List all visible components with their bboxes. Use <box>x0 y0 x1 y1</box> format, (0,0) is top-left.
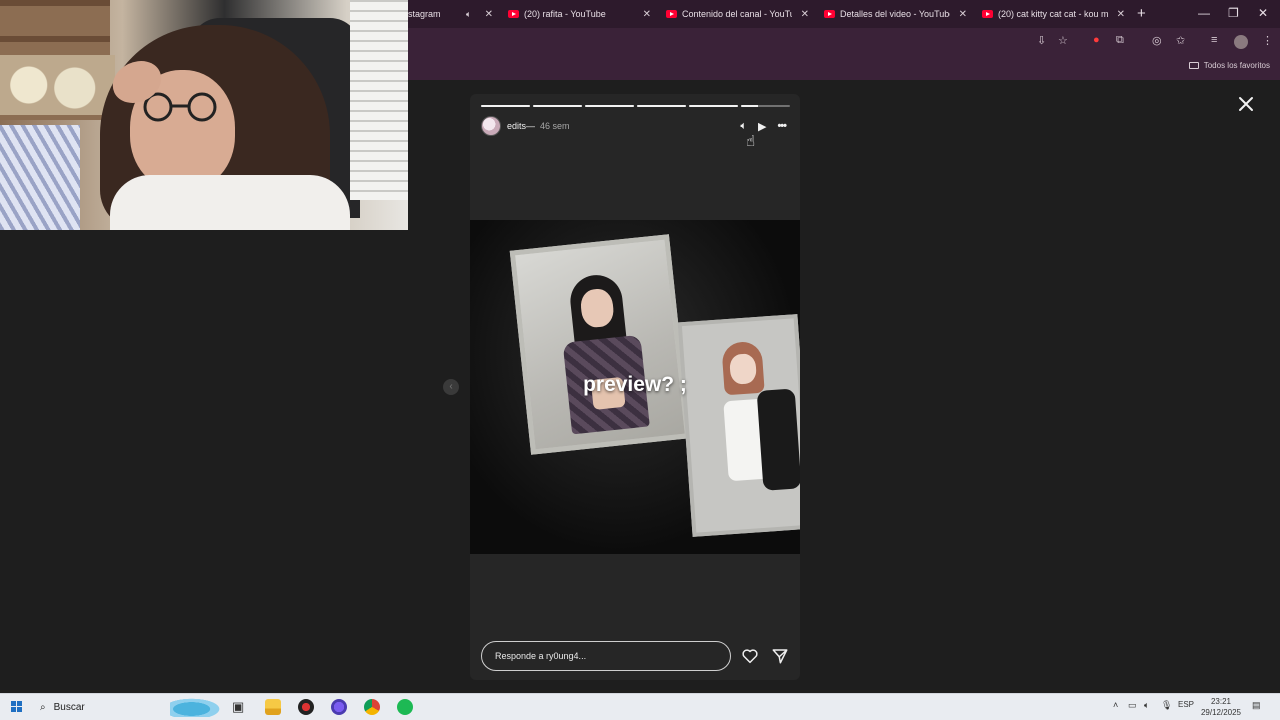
screen: stagram 🔈︎ ✕ (20) rafita - YouTube ✕ Con… <box>0 0 1280 720</box>
tab-youtube-rafita[interactable]: (20) rafita - YouTube ✕ <box>508 0 651 28</box>
tab-label: (20) rafita - YouTube <box>524 9 606 19</box>
story-progress-segment <box>637 105 686 107</box>
system-clock[interactable]: 23:21 29/12/2025 <box>1198 696 1244 718</box>
tab-label: Detalles del video - YouTube St <box>840 9 950 19</box>
extension-record-icon[interactable]: ● <box>1093 34 1100 46</box>
tab-label: stagram <box>408 9 441 19</box>
heart-icon[interactable] <box>741 647 759 665</box>
windows-start-icon[interactable] <box>11 701 22 712</box>
install-app-icon[interactable]: ⇩ <box>1037 34 1046 47</box>
menu-kebab-icon[interactable]: ⋮ <box>1262 34 1273 47</box>
story-progress-bar <box>481 105 790 107</box>
story-header: edits— 46 sem 🔈︎ ▶ ••• <box>481 116 790 136</box>
previous-story-button[interactable]: ‹ <box>443 379 459 395</box>
messenger-app-icon[interactable] <box>331 699 347 715</box>
story-caption: preview? ; <box>583 373 687 396</box>
close-tab-icon[interactable]: ✕ <box>485 9 493 20</box>
search-icon: ⌕ <box>40 702 46 713</box>
tab-instagram[interactable]: stagram 🔈︎ ✕ <box>408 0 493 28</box>
taskbar-search-label: Buscar <box>53 702 85 713</box>
story-progress-segment <box>533 105 582 107</box>
tab-youtube-cat-kitty[interactable]: (20) cat kitty cat cat - kou mab ✕ <box>982 0 1125 28</box>
spotify-icon[interactable] <box>397 699 413 715</box>
task-view-icon[interactable]: ▣ <box>232 699 248 715</box>
screenshot-icon[interactable]: ◎ <box>1152 34 1162 47</box>
close-tab-icon[interactable]: ✕ <box>1117 9 1125 20</box>
minimize-icon[interactable]: — <box>1198 6 1210 20</box>
microphone-icon[interactable]: 🎙︎ <box>1161 700 1172 711</box>
notifications-icon[interactable]: ▤ <box>1252 700 1261 711</box>
close-story-icon[interactable] <box>1237 95 1255 113</box>
all-bookmarks-button[interactable]: Todos los favoritos <box>1188 61 1270 70</box>
story-card: edits— 46 sem 🔈︎ ▶ ••• preview? ; Respon… <box>470 94 800 680</box>
profile-avatar-icon[interactable] <box>1234 35 1248 49</box>
story-progress-segment <box>741 105 790 107</box>
story-progress-segment <box>689 105 738 107</box>
chrome-icon[interactable] <box>364 699 380 715</box>
network-icon[interactable]: ▭ <box>1128 700 1137 711</box>
folder-icon <box>1188 62 1199 69</box>
chevron-up-icon[interactable]: ˄ <box>1113 700 1118 710</box>
record-app-icon[interactable] <box>298 699 314 715</box>
photo-card <box>509 234 691 455</box>
story-media[interactable]: preview? ; <box>470 220 800 554</box>
webcam-overlay <box>0 0 408 230</box>
youtube-icon <box>666 10 677 18</box>
close-tab-icon[interactable]: ✕ <box>959 9 967 20</box>
favorites-icon[interactable]: ✩ <box>1176 34 1185 47</box>
story-age: 46 sem <box>540 121 570 131</box>
tab-youtube-video-details[interactable]: Detalles del video - YouTube St ✕ <box>824 0 967 28</box>
bookmark-star-icon[interactable]: ☆ <box>1058 34 1068 47</box>
all-bookmarks-label: Todos los favoritos <box>1203 61 1270 70</box>
story-progress-segment <box>481 105 530 107</box>
close-window-icon[interactable]: ✕ <box>1258 6 1268 20</box>
youtube-icon <box>508 10 519 18</box>
youtube-icon <box>824 10 835 18</box>
search-highlight-illustration <box>170 697 224 717</box>
close-tab-icon[interactable]: ✕ <box>801 9 809 20</box>
file-explorer-icon[interactable] <box>265 699 281 715</box>
close-tab-icon[interactable]: ✕ <box>643 9 651 20</box>
reply-input[interactable]: Responde a ry0ung4... <box>481 641 731 671</box>
volume-icon[interactable]: 🔈︎ <box>740 120 747 133</box>
tab-youtube-studio-content[interactable]: Contenido del canal - YouTube ✕ <box>666 0 809 28</box>
avatar[interactable] <box>481 116 501 136</box>
language-indicator[interactable]: ESP <box>1178 700 1194 709</box>
clock-time: 23:21 <box>1210 697 1232 706</box>
story-username[interactable]: edits— <box>507 121 535 131</box>
send-icon[interactable] <box>771 647 789 665</box>
youtube-icon <box>982 10 993 18</box>
new-tab-button[interactable]: + <box>1137 5 1146 22</box>
reading-list-icon[interactable]: ≡ <box>1211 34 1217 46</box>
windows-taskbar: ⌕ Buscar ▣ ˄ ▭ 🔈︎ 🎙︎ ESP 23:21 29/12/202… <box>0 693 1280 720</box>
restore-icon[interactable]: ❐ <box>1228 6 1239 20</box>
speaker-icon[interactable]: 🔈︎ <box>466 9 471 20</box>
play-icon[interactable]: ▶ <box>758 120 766 133</box>
extensions-icon[interactable]: ⧉ <box>1116 34 1124 47</box>
tab-label: (20) cat kitty cat cat - kou mab <box>998 9 1108 19</box>
speaker-icon[interactable]: 🔈︎ <box>1144 700 1149 711</box>
reply-placeholder: Responde a ry0ung4... <box>495 651 587 661</box>
photo-card <box>677 314 800 537</box>
mouse-cursor-icon: ☝︎ <box>746 133 756 150</box>
story-progress-segment <box>585 105 634 107</box>
clock-date: 29/12/2025 <box>1200 708 1242 717</box>
tab-label: Contenido del canal - YouTube <box>682 9 792 19</box>
more-options-icon[interactable]: ••• <box>777 120 787 132</box>
